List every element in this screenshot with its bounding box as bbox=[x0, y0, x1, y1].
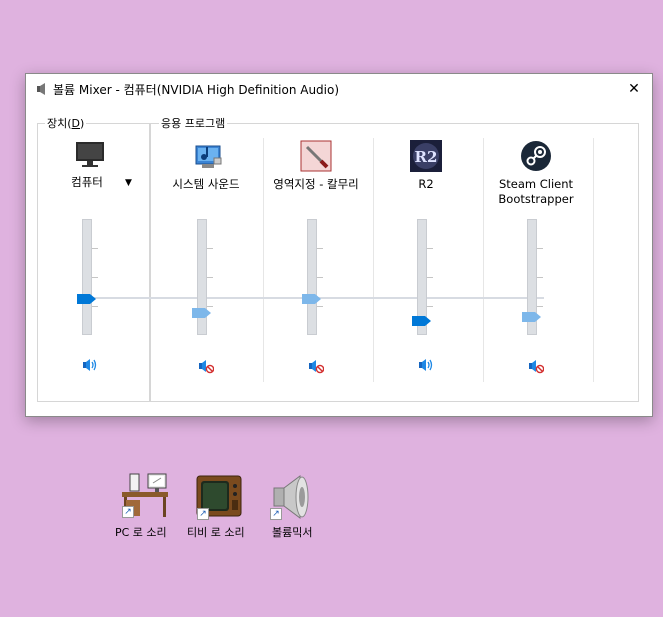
volume-slider-track[interactable] bbox=[307, 219, 323, 335]
knife-tool-icon bbox=[300, 140, 332, 172]
shortcut-arrow-icon: ↗ bbox=[197, 508, 209, 520]
volume-slider-thumb[interactable] bbox=[77, 294, 96, 304]
column-divider bbox=[263, 138, 264, 382]
desktop-icon-tv-sound[interactable]: ↗ 티비 로 소리 bbox=[185, 470, 255, 540]
speaker-icon[interactable] bbox=[82, 357, 98, 373]
column-divider bbox=[593, 138, 594, 382]
applications-group-label: 응용 프로그램 bbox=[159, 117, 228, 130]
app-name: 시스템 사운드 bbox=[172, 177, 240, 191]
muted-speaker-icon[interactable] bbox=[198, 358, 214, 374]
shortcut-arrow-icon: ↗ bbox=[122, 506, 134, 518]
volume-slider-thumb[interactable] bbox=[412, 316, 431, 326]
title-bar[interactable]: 볼륨 Mixer - 컴퓨터(NVIDIA High Definition Au… bbox=[26, 74, 652, 104]
desktop-icon-volume-mixer[interactable]: ↗ 볼륨믹서 bbox=[260, 470, 330, 540]
desktop-icon-label: 티비 로 소리 bbox=[187, 526, 245, 539]
app-name: Steam Client Bootstrapper bbox=[498, 177, 574, 206]
app-name: R2 bbox=[418, 177, 434, 191]
muted-speaker-icon[interactable] bbox=[528, 358, 544, 374]
speaker-icon bbox=[37, 83, 45, 95]
steam-icon bbox=[521, 141, 551, 171]
device-group-label: 장치(D) bbox=[45, 117, 87, 130]
close-button[interactable]: ✕ bbox=[616, 74, 652, 104]
r2-game-icon: R2 bbox=[410, 140, 442, 172]
shortcut-arrow-icon: ↗ bbox=[270, 508, 282, 520]
close-icon: ✕ bbox=[628, 81, 640, 97]
speaker-icon[interactable] bbox=[418, 357, 434, 373]
volume-mixer-window: 볼륨 Mixer - 컴퓨터(NVIDIA High Definition Au… bbox=[25, 73, 653, 417]
desktop-icon-pc-sound[interactable]: ↗ PC 로 소리 bbox=[110, 470, 180, 540]
window-title: 볼륨 Mixer - 컴퓨터(NVIDIA High Definition Au… bbox=[53, 83, 340, 97]
chevron-down-icon[interactable]: ▼ bbox=[125, 178, 132, 188]
desktop-icon-label: PC 로 소리 bbox=[115, 526, 167, 539]
app-name: 영역지정 - 칼무리 bbox=[273, 177, 359, 191]
volume-slider-thumb[interactable] bbox=[522, 312, 541, 322]
svg-text:R2: R2 bbox=[415, 148, 438, 166]
volume-slider-thumb[interactable] bbox=[302, 294, 321, 304]
muted-speaker-icon[interactable] bbox=[308, 358, 324, 374]
desktop-icon-label: 볼륨믹서 bbox=[272, 526, 313, 539]
volume-slider-track[interactable] bbox=[82, 219, 98, 335]
column-divider bbox=[483, 138, 484, 382]
column-divider bbox=[373, 138, 374, 382]
system-sounds-icon bbox=[195, 145, 222, 168]
volume-slider-thumb[interactable] bbox=[192, 308, 211, 318]
monitor-icon bbox=[76, 142, 104, 167]
